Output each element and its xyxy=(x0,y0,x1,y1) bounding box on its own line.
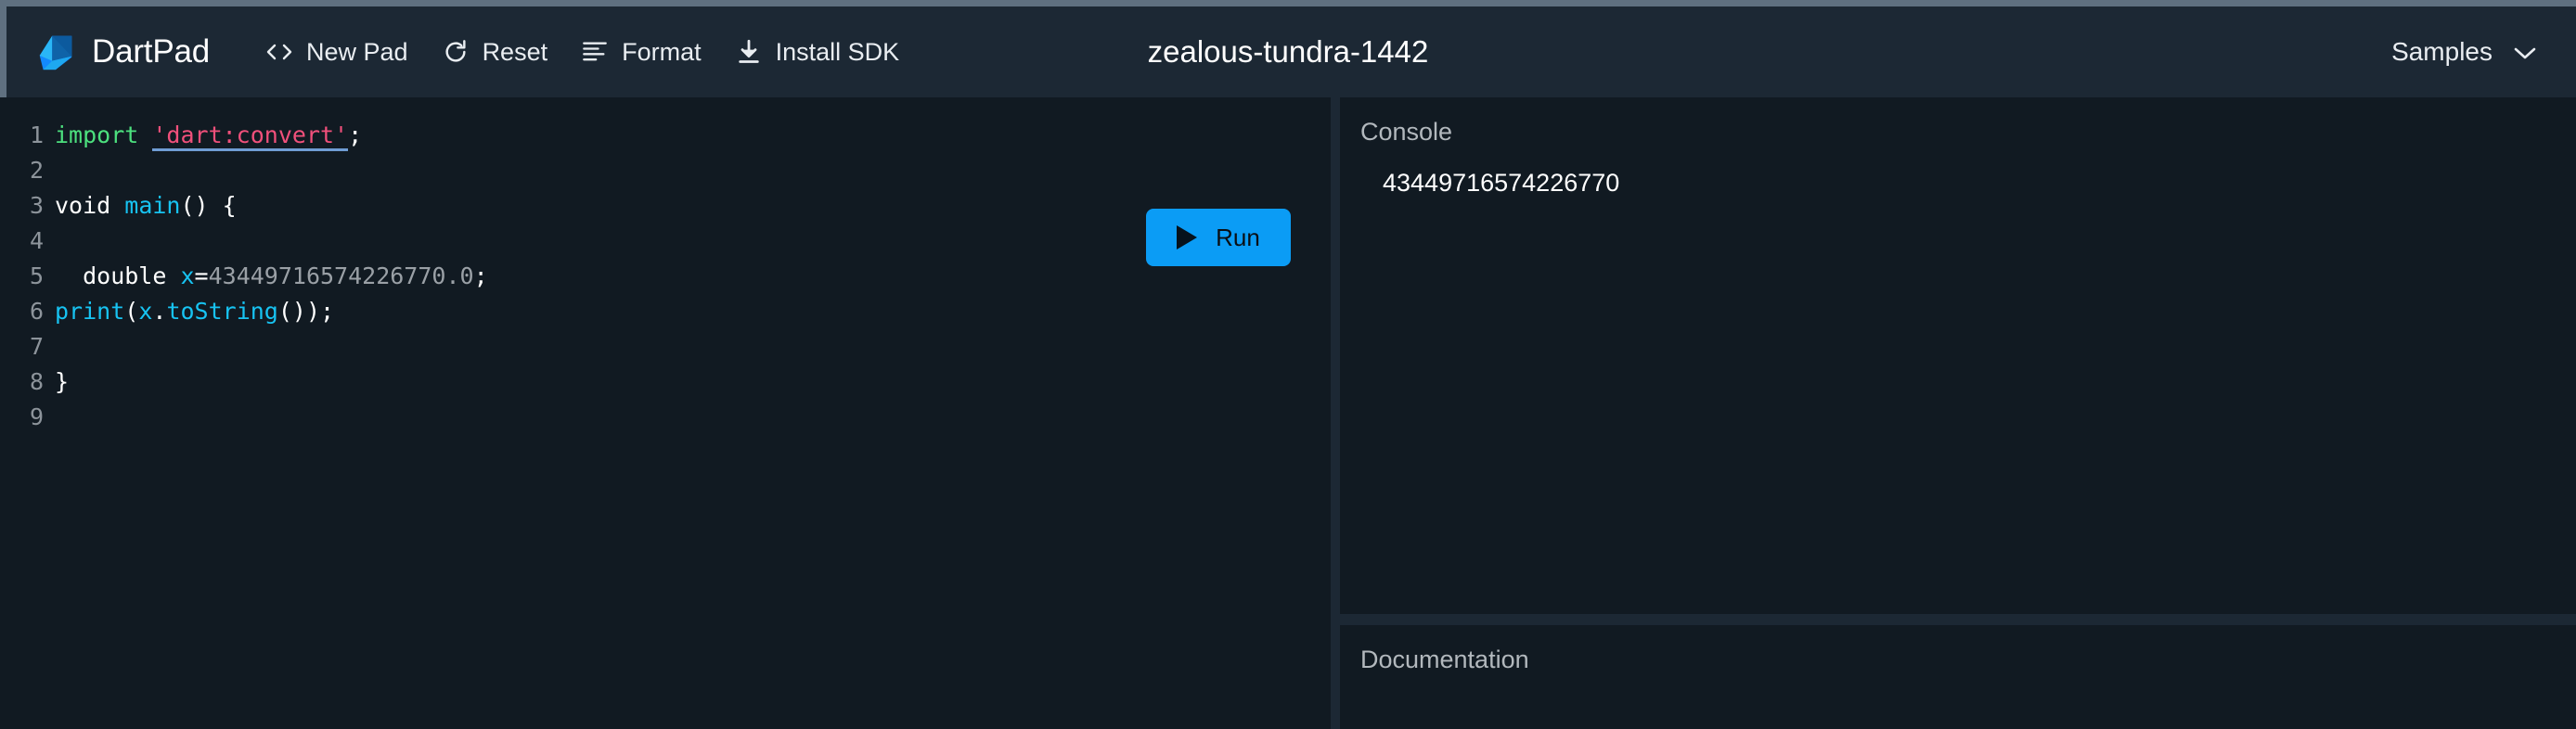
documentation-content xyxy=(1340,674,2576,697)
documentation-title: Documentation xyxy=(1360,646,1529,673)
code-line[interactable]: 9 xyxy=(0,400,1331,435)
code-editor-pane[interactable]: 1 import 'dart:convert'; 2 3 void main() {4 5… xyxy=(0,97,1331,729)
code-line[interactable]: 1 import 'dart:convert'; xyxy=(0,118,1331,153)
dart-logo-icon xyxy=(34,31,77,73)
line-number: 7 xyxy=(29,333,44,360)
code-line-text: } xyxy=(44,364,69,400)
run-label: Run xyxy=(1216,223,1260,251)
code-token: print xyxy=(55,298,125,325)
right-column: Console 43449716574226770 Documentation xyxy=(1340,97,2576,729)
code-token: ; xyxy=(348,122,363,148)
code-line-text: print(x.toString()); xyxy=(44,294,334,329)
code-token: toString xyxy=(166,298,278,325)
line-number: 6 xyxy=(29,298,44,325)
code-token: ( xyxy=(124,298,139,325)
install-sdk-label: Install SDK xyxy=(775,37,900,66)
new-pad-button[interactable]: New Pad xyxy=(249,29,425,76)
toolbar-right: Samples xyxy=(2376,28,2552,76)
documentation-panel: Documentation xyxy=(1340,625,2576,729)
brand[interactable]: DartPad xyxy=(34,31,210,73)
code-token: double xyxy=(55,262,181,289)
line-number: 8 xyxy=(29,368,44,395)
code-token: import xyxy=(55,122,139,148)
brand-name: DartPad xyxy=(92,33,210,70)
code-token: ()); xyxy=(277,298,335,325)
code-line[interactable]: 2 xyxy=(0,153,1331,188)
new-pad-label: New Pad xyxy=(306,37,408,66)
samples-label: Samples xyxy=(2391,37,2492,66)
play-triangle-icon xyxy=(1177,225,1198,249)
code-token: ; xyxy=(473,262,488,289)
window-left-edge xyxy=(0,0,6,97)
install-sdk-button[interactable]: Install SDK xyxy=(718,29,917,76)
format-button[interactable]: Format xyxy=(564,29,718,76)
code-token: x xyxy=(180,262,195,289)
code-token: . xyxy=(152,298,167,325)
format-align-left-icon xyxy=(581,38,609,66)
code-line[interactable]: 4 xyxy=(0,224,1331,259)
code-token: x xyxy=(138,298,153,325)
code-line-text: double x=43449716574226770.0; xyxy=(44,259,488,294)
code-token: void xyxy=(55,192,125,219)
line-number: 3 xyxy=(29,192,44,219)
code-line[interactable]: 5 double x=43449716574226770.0; xyxy=(0,259,1331,294)
console-panel: Console 43449716574226770 xyxy=(1340,97,2576,614)
line-number: 1 xyxy=(29,122,44,148)
refresh-icon xyxy=(442,38,470,66)
run-button[interactable]: Run xyxy=(1146,209,1291,266)
dartpad-app: DartPad New Pad Reset Format Install SDK… xyxy=(0,0,2576,729)
code-line-text: import 'dart:convert'; xyxy=(44,118,362,153)
line-number: 2 xyxy=(29,157,44,184)
code-line[interactable]: 7 xyxy=(0,329,1331,364)
console-title: Console xyxy=(1360,118,1453,146)
horizontal-splitter[interactable] xyxy=(1340,614,2576,625)
code-token: 'dart:convert' xyxy=(152,122,349,151)
toolbar-actions: New Pad Reset Format Install SDK xyxy=(249,29,916,76)
main-split: 1 import 'dart:convert'; 2 3 void main() {4 5… xyxy=(0,97,2576,729)
code-editor[interactable]: 1 import 'dart:convert'; 2 3 void main() {4 5… xyxy=(0,118,1331,435)
code-token: } xyxy=(55,368,70,395)
code-token: 43449716574226770.0 xyxy=(208,262,474,289)
code-brackets-icon xyxy=(265,38,293,66)
chevron-down-icon xyxy=(2513,37,2537,67)
format-label: Format xyxy=(622,37,702,66)
console-output: 43449716574226770 xyxy=(1383,169,1620,197)
vertical-splitter[interactable] xyxy=(1331,97,1340,729)
download-icon xyxy=(735,38,763,66)
code-line-text: void main() { xyxy=(44,188,237,224)
samples-dropdown[interactable]: Samples xyxy=(2376,28,2552,76)
line-number: 4 xyxy=(29,227,44,254)
code-token: main xyxy=(124,192,181,219)
line-number: 5 xyxy=(29,262,44,289)
code-line[interactable]: 6 print(x.toString()); xyxy=(0,294,1331,329)
code-line[interactable]: 3 void main() { xyxy=(0,188,1331,224)
window-top-edge xyxy=(0,0,2576,6)
code-line[interactable]: 8} xyxy=(0,364,1331,400)
code-token: () { xyxy=(180,192,237,219)
code-token: = xyxy=(194,262,209,289)
reset-button[interactable]: Reset xyxy=(425,29,565,76)
reset-label: Reset xyxy=(482,37,548,66)
top-toolbar: DartPad New Pad Reset Format Install SDK… xyxy=(6,6,2576,97)
line-number: 9 xyxy=(29,403,44,430)
